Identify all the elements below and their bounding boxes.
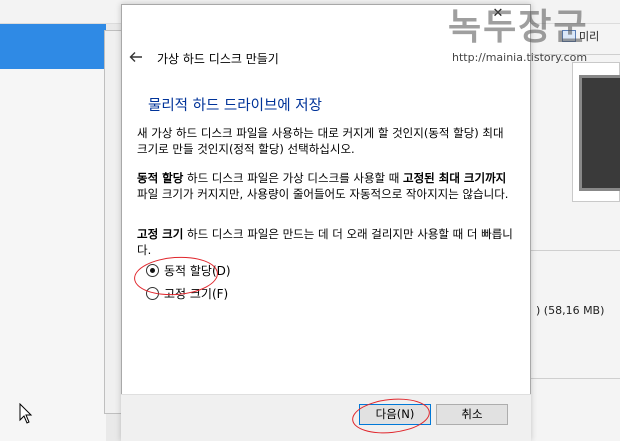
dynamic-desc-text-2: 파일 크기가 커지지만, 사용량이 줄어들어도 자동적으로 작아지지는 않습니다…: [137, 187, 509, 201]
fixed-desc-text: 하드 디스크 파일은 만드는 데 더 오래 걸리지만 사용할 때 더 빠릅니다.: [137, 227, 513, 257]
back-arrow-icon[interactable]: [128, 49, 144, 65]
dynamic-term: 동적 할당: [137, 171, 184, 185]
dynamic-allocation-description: 동적 할당 하드 디스크 파일은 가상 디스크를 사용할 때 고정된 최대 크기…: [137, 170, 517, 202]
intro-text: 새 가상 하드 디스크 파일을 사용하는 대로 커지게 할 것인지(동적 할당)…: [137, 126, 504, 156]
details-divider: [530, 250, 620, 251]
watermark-title: 녹두장군: [448, 6, 589, 48]
vm-list-selected-item[interactable]: [0, 24, 106, 69]
fixed-size-description: 고정 크기 하드 디스크 파일은 만드는 데 더 오래 걸리지만 사용할 때 더…: [137, 226, 517, 258]
mouse-cursor-icon: [19, 403, 33, 425]
details-divider: [530, 378, 620, 379]
page-heading: 물리적 하드 드라이브에 저장: [148, 98, 322, 114]
disk-size-text: ) (58,16 MB): [536, 304, 605, 317]
cancel-button[interactable]: 취소: [436, 404, 508, 425]
wizard-title: 가상 하드 디스크 만들기: [157, 52, 279, 66]
watermark-url: http://mainia.tistory.com: [452, 51, 588, 64]
dynamic-desc-text: 하드 디스크 파일은 가상 디스크를 사용할 때: [183, 171, 404, 185]
vm-list-panel: [0, 69, 106, 441]
fixed-term: 고정 크기: [137, 227, 184, 241]
create-virtual-disk-wizard: [121, 4, 531, 441]
vm-preview-thumbnail: [572, 62, 620, 202]
fixed-max-size-term: 고정된 최대 크기까지: [403, 171, 507, 185]
